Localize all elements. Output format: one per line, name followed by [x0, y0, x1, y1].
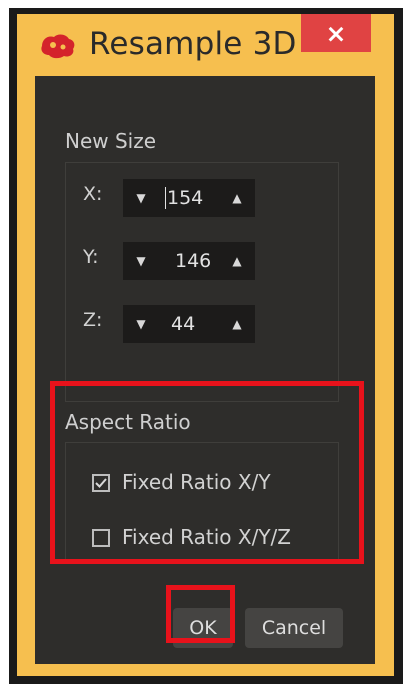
- z-spinbox[interactable]: ▼ 44 ▲: [123, 305, 255, 343]
- aspect-ratio-highlight-box: [50, 381, 364, 564]
- z-decrement-icon[interactable]: ▼: [127, 305, 155, 343]
- y-decrement-icon[interactable]: ▼: [127, 242, 155, 280]
- y-increment-icon[interactable]: ▲: [223, 242, 251, 280]
- ok-button-highlight-box: [166, 585, 235, 643]
- dialog-content: New Size X: ▼ 154 ▲ Y: ▼ 146 ▲ Z: ▼ 44 ▲…: [35, 76, 375, 664]
- z-value[interactable]: 44: [171, 313, 195, 335]
- x-spinbox[interactable]: ▼ 154 ▲: [123, 179, 255, 217]
- x-label: X:: [83, 183, 103, 205]
- cancel-button[interactable]: Cancel: [245, 608, 343, 648]
- title-bar[interactable]: Resample 3D ×: [17, 14, 394, 76]
- close-button[interactable]: ×: [301, 14, 371, 52]
- x-decrement-icon[interactable]: ▼: [127, 179, 155, 217]
- text-caret: [165, 187, 166, 209]
- resample-3d-dialog: Resample 3D × New Size X: ▼ 154 ▲ Y: ▼ 1…: [17, 14, 394, 676]
- y-value[interactable]: 146: [175, 250, 211, 272]
- z-increment-icon[interactable]: ▲: [223, 305, 251, 343]
- x-increment-icon[interactable]: ▲: [223, 179, 251, 217]
- y-label: Y:: [83, 246, 99, 268]
- new-size-group-label: New Size: [65, 129, 157, 153]
- y-spinbox[interactable]: ▼ 146 ▲: [123, 242, 255, 280]
- z-label: Z:: [83, 309, 103, 331]
- window-title: Resample 3D: [89, 26, 297, 62]
- close-icon: ×: [325, 18, 347, 48]
- app-icon: [41, 34, 75, 59]
- x-value[interactable]: 154: [167, 187, 203, 209]
